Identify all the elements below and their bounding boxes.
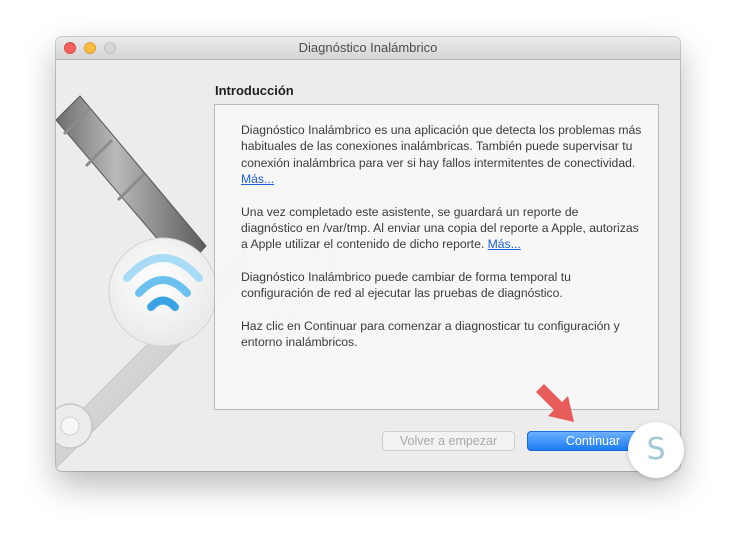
more-info-link-1[interactable]: Más... [241,172,274,186]
wifi-icon [108,237,218,347]
more-info-link-2[interactable]: Más... [488,237,521,251]
start-over-button[interactable]: Volver a empezar [382,431,515,451]
intro-paragraph-2-text: Una vez completado este asistente, se gu… [241,204,639,252]
window-title: Diagnóstico Inalámbrico [298,40,438,55]
intro-paragraph-4: Haz clic en Continuar para comenzar a di… [241,318,620,350]
title-bar: Diagnóstico Inalámbrico [56,37,680,60]
intro-paragraph-3: Diagnóstico Inalámbrico puede cambiar de… [241,269,571,301]
introduction-text-box: Diagnóstico Inalámbrico es una aplicació… [214,104,659,410]
arrow-down-right-icon [536,384,574,422]
intro-paragraph-1: Diagnóstico Inalámbrico es una aplicació… [241,122,642,188]
section-heading: Introducción [215,83,294,98]
screenshot-stage: Diagnóstico Inalámbrico Introducción Dia… [0,0,736,546]
watermark-badge-letter: S [646,432,666,467]
wireless-diagnostics-window: Diagnóstico Inalámbrico Introducción Dia… [56,37,680,471]
watermark-badge: S [628,422,684,478]
intro-paragraph-1-text: Diagnóstico Inalámbrico es una aplicació… [241,123,642,170]
intro-paragraph-2: Una vez completado este asistente, se gu… [241,204,642,253]
